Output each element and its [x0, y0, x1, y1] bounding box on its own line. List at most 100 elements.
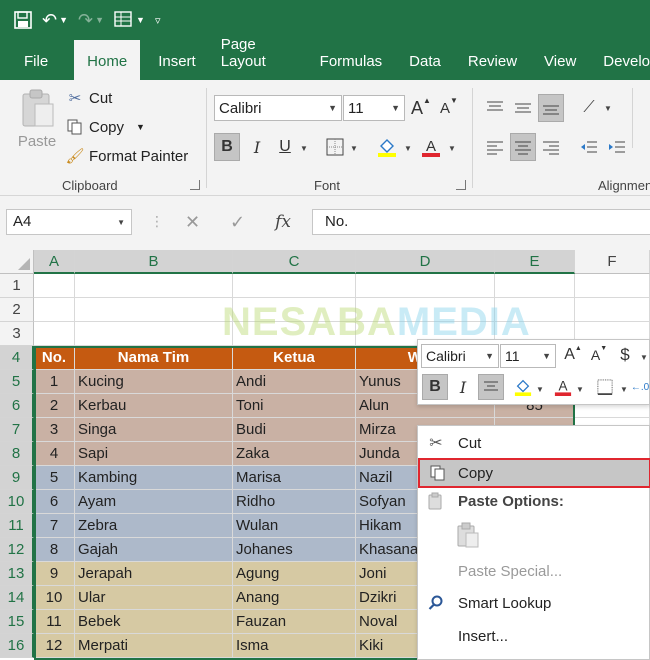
bold-button[interactable]: B: [214, 133, 240, 161]
cell-nama-tim[interactable]: Zebra: [75, 514, 233, 538]
mini-bold-button[interactable]: B: [422, 374, 448, 400]
orientation-dropdown-icon[interactable]: ▼: [604, 104, 612, 113]
cell[interactable]: [34, 274, 75, 298]
undo-icon[interactable]: ↶ ▼: [42, 0, 68, 40]
insert-function-button[interactable]: fx: [275, 212, 291, 232]
cell-no[interactable]: 9: [34, 562, 75, 586]
cell-nama-tim[interactable]: Bebek: [75, 610, 233, 634]
context-copy[interactable]: Copy: [418, 458, 650, 488]
cell-nama-tim[interactable]: Kambing: [75, 466, 233, 490]
tab-page-layout[interactable]: Page Layout: [221, 36, 293, 80]
bottom-align-button[interactable]: [538, 94, 564, 122]
cancel-icon[interactable]: ✕: [185, 212, 200, 233]
select-all-button[interactable]: [0, 250, 34, 274]
context-paste-special[interactable]: Paste Special...: [418, 556, 650, 586]
context-smart-lookup[interactable]: Smart Lookup: [418, 588, 650, 618]
paste-option-button[interactable]: [456, 522, 480, 551]
shrink-font-button[interactable]: A ▼: [436, 94, 462, 122]
cell-nama-tim[interactable]: Sapi: [75, 442, 233, 466]
clipboard-launcher-icon[interactable]: [190, 180, 200, 190]
cell-no[interactable]: 2: [34, 394, 75, 418]
font-color-dropdown-icon[interactable]: ▼: [448, 144, 456, 153]
cell-nama-tim[interactable]: Singa: [75, 418, 233, 442]
mini-font-family-select[interactable]: Calibri ▼: [421, 344, 499, 368]
mini-borders-dropdown-icon[interactable]: ▼: [620, 385, 628, 394]
copy-button[interactable]: Copy ▼: [66, 118, 145, 136]
middle-align-button[interactable]: [510, 94, 536, 122]
column-header-a[interactable]: A: [34, 250, 75, 274]
decrease-indent-button[interactable]: [576, 133, 602, 161]
cell-ketua[interactable]: Fauzan: [233, 610, 356, 634]
column-header-e[interactable]: E: [495, 250, 575, 274]
align-right-button[interactable]: [538, 133, 564, 161]
column-header-c[interactable]: C: [233, 250, 356, 274]
tab-file[interactable]: File: [24, 40, 48, 80]
cell-nama-tim[interactable]: Gajah: [75, 538, 233, 562]
cell-no[interactable]: 8: [34, 538, 75, 562]
cell-no[interactable]: 7: [34, 514, 75, 538]
cell[interactable]: [233, 322, 356, 346]
tab-home[interactable]: Home: [74, 40, 141, 80]
cell-nama-tim[interactable]: Kerbau: [75, 394, 233, 418]
top-align-button[interactable]: [482, 94, 508, 122]
underline-button[interactable]: U: [272, 133, 298, 161]
align-left-button[interactable]: [482, 133, 508, 161]
column-header-d[interactable]: D: [356, 250, 495, 274]
increase-indent-button[interactable]: [604, 133, 630, 161]
cell-ketua[interactable]: Zaka: [233, 442, 356, 466]
cell[interactable]: [356, 274, 495, 298]
font-family-select[interactable]: Calibri ▼: [214, 95, 342, 121]
cell-no[interactable]: 1: [34, 370, 75, 394]
fill-color-button[interactable]: [374, 133, 400, 161]
currency-dropdown-icon[interactable]: ▼: [640, 353, 648, 362]
mini-grow-font-button[interactable]: A ▲: [560, 343, 586, 367]
paste-button[interactable]: Paste: [14, 88, 60, 158]
cell-no[interactable]: 12: [34, 634, 75, 658]
cell[interactable]: [356, 298, 495, 322]
mini-font-color-button[interactable]: A: [550, 374, 576, 400]
copy-dropdown-icon[interactable]: ▼: [136, 122, 145, 132]
mini-font-size-select[interactable]: 11 ▼: [500, 344, 556, 368]
row-header[interactable]: 5: [0, 370, 34, 394]
row-header[interactable]: 7: [0, 418, 34, 442]
cell-ketua[interactable]: Isma: [233, 634, 356, 658]
cell-no[interactable]: 4: [34, 442, 75, 466]
context-insert[interactable]: Insert...: [418, 621, 650, 651]
tab-formulas[interactable]: Formulas: [320, 40, 383, 80]
cell-ketua[interactable]: Agung: [233, 562, 356, 586]
cell[interactable]: [495, 274, 575, 298]
tab-developer[interactable]: Develo: [603, 40, 650, 80]
tab-insert[interactable]: Insert: [158, 40, 196, 80]
cell-ketua[interactable]: Budi: [233, 418, 356, 442]
cell-nama-tim[interactable]: Jerapah: [75, 562, 233, 586]
font-size-select[interactable]: 11 ▼: [343, 95, 405, 121]
column-header-f[interactable]: F: [575, 250, 650, 274]
name-box[interactable]: A4 ▼: [6, 209, 132, 235]
row-header[interactable]: 4: [0, 346, 34, 370]
row-header[interactable]: 3: [0, 322, 34, 346]
orientation-button[interactable]: ⟋: [576, 94, 602, 122]
tab-view[interactable]: View: [544, 40, 576, 80]
cell[interactable]: [575, 298, 650, 322]
cell[interactable]: [75, 322, 233, 346]
cell-no[interactable]: 11: [34, 610, 75, 634]
cell-no[interactable]: 6: [34, 490, 75, 514]
context-cut[interactable]: ✂ Cut: [418, 428, 650, 458]
borders-button[interactable]: [322, 133, 348, 161]
mini-currency-button[interactable]: $: [612, 343, 638, 367]
mini-decimal-button[interactable]: ←.0: [630, 374, 650, 400]
font-launcher-icon[interactable]: [456, 180, 466, 190]
cell[interactable]: [575, 274, 650, 298]
enter-icon[interactable]: ✓: [230, 212, 245, 233]
drag-handle-icon[interactable]: ⋮: [150, 213, 164, 230]
cell[interactable]: [34, 322, 75, 346]
grow-font-button[interactable]: A ▲: [408, 94, 434, 122]
mini-font-color-dropdown-icon[interactable]: ▼: [576, 385, 584, 394]
row-header[interactable]: 14: [0, 586, 34, 610]
cell[interactable]: [75, 274, 233, 298]
align-center-button[interactable]: [510, 133, 536, 161]
mini-borders-button[interactable]: [592, 374, 618, 400]
row-header[interactable]: 12: [0, 538, 34, 562]
row-header[interactable]: 10: [0, 490, 34, 514]
row-header[interactable]: 9: [0, 466, 34, 490]
